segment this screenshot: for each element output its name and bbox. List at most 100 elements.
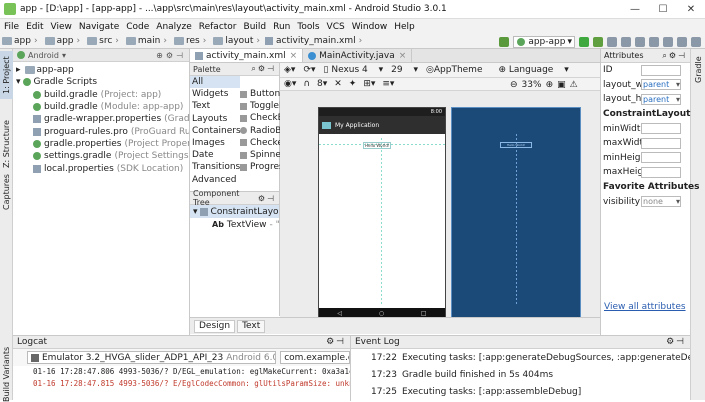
palette-category-all[interactable]: All	[190, 76, 240, 89]
attributes-settings-icon[interactable]: ⌕⚙⊣	[662, 51, 687, 61]
magnet-icon[interactable]: ∩	[303, 79, 310, 89]
debug-icon[interactable]	[593, 36, 603, 47]
guidelines-icon[interactable]: ⊞▾	[363, 79, 375, 89]
id-input[interactable]	[641, 64, 681, 76]
palette-item-togglebutton[interactable]: ToggleButton	[240, 100, 280, 112]
minwidth-input[interactable]	[641, 123, 681, 135]
event-log-settings-icon[interactable]: ⚙⊣	[666, 337, 686, 347]
minimize-button[interactable]: —	[621, 0, 649, 18]
close-tab-icon[interactable]: ×	[399, 51, 407, 61]
palette-item-radiobutton[interactable]: RadioButton	[240, 125, 280, 137]
palette-category-text[interactable]: Text	[190, 100, 240, 112]
menu-vcs[interactable]: VCS	[327, 22, 345, 32]
menu-refactor[interactable]: Refactor	[199, 22, 237, 32]
tab-project[interactable]: 1: Project	[0, 51, 13, 99]
close-tab-icon[interactable]: ×	[290, 51, 298, 61]
project-view-selector[interactable]: Android ▾ ⊕⚙⊣	[13, 49, 189, 62]
palette-category-images[interactable]: Images	[190, 137, 240, 149]
clear-constraints-icon[interactable]: ✕	[334, 79, 342, 89]
hammer-icon[interactable]	[499, 36, 510, 47]
hello-world-textview[interactable]: Hello World!	[363, 142, 392, 149]
palette-category-containers[interactable]: Containers	[190, 125, 241, 137]
breadcrumb-file[interactable]: activity_main.xml ›	[265, 36, 365, 46]
palette-category-widgets[interactable]: Widgets	[190, 88, 240, 100]
menu-code[interactable]: Code	[126, 22, 149, 32]
theme-selector[interactable]: ◎AppTheme	[426, 65, 491, 75]
visibility-dropdown[interactable]: none ▾	[641, 196, 681, 208]
minheight-input[interactable]	[641, 152, 681, 164]
menu-view[interactable]: View	[51, 22, 72, 32]
panel-settings-icon[interactable]: ⊕⚙⊣	[156, 51, 186, 60]
tab-text[interactable]: Text	[237, 319, 266, 333]
tab-gradle[interactable]: Gradle	[692, 53, 705, 87]
device-preview[interactable]: 8:00 My Application Hello World! ◁ ○ □	[318, 107, 446, 319]
tree-item-proguard[interactable]: proguard-rules.pro(ProGuard Rules fo	[13, 125, 189, 137]
search-icon[interactable]	[691, 36, 701, 47]
menu-run[interactable]: Run	[273, 22, 290, 32]
palette-item-button[interactable]: Button	[240, 88, 280, 100]
tree-item-settings-gradle[interactable]: settings.gradle (Project Settings)	[13, 150, 189, 162]
margin-icon[interactable]: 8▾	[317, 79, 327, 89]
blueprint-preview[interactable]: Hello World!	[451, 107, 581, 319]
palette-category-date[interactable]: Date	[190, 149, 240, 161]
tree-node-textview[interactable]: AbTextView- "Hel	[190, 218, 279, 231]
palette-item-progressbar[interactable]: ProgressBar	[240, 161, 280, 173]
tree-item-gradle-scripts[interactable]: ▾ Gradle Scripts	[13, 76, 189, 88]
tree-item-local-properties[interactable]: local.properties (SDK Location)	[13, 162, 189, 174]
run-icon[interactable]	[579, 36, 589, 47]
eye-icon[interactable]: ◉▾	[284, 79, 296, 89]
zoom-in-icon[interactable]: ⊕	[546, 80, 554, 90]
tree-item-build-gradle-project[interactable]: build.gradle (Project: app)	[13, 89, 189, 101]
breadcrumb-src[interactable]: src ›	[85, 36, 122, 46]
tree-item-app-app[interactable]: ▸ app-app	[13, 64, 189, 76]
palette-item-checkbox[interactable]: CheckBox	[240, 112, 280, 124]
breadcrumb-layout[interactable]: layout ›	[211, 36, 263, 46]
align-icon[interactable]: ≡▾	[382, 79, 394, 89]
tab-mainactivity-java[interactable]: MainActivity.java ×	[303, 49, 413, 62]
fit-screen-icon[interactable]: ▣	[557, 80, 566, 90]
layout-width-dropdown[interactable]: parent ▾	[641, 79, 681, 91]
tree-item-gradle-wrapper[interactable]: gradle-wrapper.properties(Gradle Ver	[13, 113, 189, 125]
design-canvas[interactable]: 8:00 My Application Hello World! ◁ ○ □ H…	[280, 91, 600, 319]
maxwidth-input[interactable]	[641, 137, 681, 149]
tree-item-build-gradle-module[interactable]: build.gradle (Module: app-app)	[13, 101, 189, 113]
menu-analyze[interactable]: Analyze	[156, 22, 191, 32]
component-tree-settings-icon[interactable]: ⚙⊣	[258, 194, 276, 203]
menu-navigate[interactable]: Navigate	[79, 22, 119, 32]
profile-icon[interactable]	[607, 36, 617, 47]
menu-edit[interactable]: Edit	[26, 22, 43, 32]
palette-category-advanced[interactable]: Advanced	[190, 174, 240, 186]
breadcrumb-app-module[interactable]: app ›	[43, 36, 84, 46]
menu-build[interactable]: Build	[244, 22, 267, 32]
avd-manager-icon[interactable]	[663, 36, 673, 47]
language-selector[interactable]: ⊕ Language ▾	[499, 65, 569, 75]
layer-toggle-icon[interactable]: ◈▾	[284, 65, 295, 75]
sdk-manager-icon[interactable]	[677, 36, 687, 47]
tab-activity-main-xml[interactable]: activity_main.xml ×	[190, 49, 304, 62]
menu-tools[interactable]: Tools	[297, 22, 319, 32]
breadcrumb-main[interactable]: main ›	[124, 36, 170, 46]
logcat-settings-icon[interactable]: ⚙⊣	[326, 337, 346, 347]
device-selector[interactable]: ▯ Nexus 4 ▾	[324, 65, 384, 75]
layout-height-dropdown[interactable]: parent ▾	[641, 93, 681, 105]
logcat-device-dropdown[interactable]: Emulator 3.2_HVGA_slider_ADP1_API_23 Andr…	[27, 351, 277, 364]
tab-captures[interactable]: Captures	[0, 174, 13, 210]
palette-category-transitions[interactable]: Transitions	[190, 161, 240, 173]
blueprint-textview[interactable]: Hello World!	[500, 142, 532, 148]
tree-node-constraintlayout[interactable]: ▾ConstraintLayout	[190, 205, 279, 218]
close-button[interactable]: ✕	[677, 0, 705, 18]
breadcrumb-res[interactable]: res ›	[172, 36, 209, 46]
palette-search-icon[interactable]: ⌕⚙⊣	[251, 64, 276, 74]
menu-file[interactable]: File	[4, 22, 19, 32]
menu-window[interactable]: Window	[352, 22, 388, 32]
sync-icon[interactable]	[649, 36, 659, 47]
view-all-attributes-link[interactable]: View all attributes	[604, 302, 686, 312]
palette-item-spinner[interactable]: Spinner	[240, 149, 280, 161]
attach-debugger-icon[interactable]	[621, 36, 631, 47]
maxheight-input[interactable]	[641, 166, 681, 178]
stop-icon[interactable]	[635, 36, 645, 47]
palette-item-checkedtextview[interactable]: CheckedTextView	[240, 137, 280, 149]
infer-constraints-icon[interactable]: ✦	[349, 79, 357, 89]
tab-structure[interactable]: Z: Structure	[0, 119, 13, 169]
palette-category-layouts[interactable]: Layouts	[190, 113, 240, 125]
